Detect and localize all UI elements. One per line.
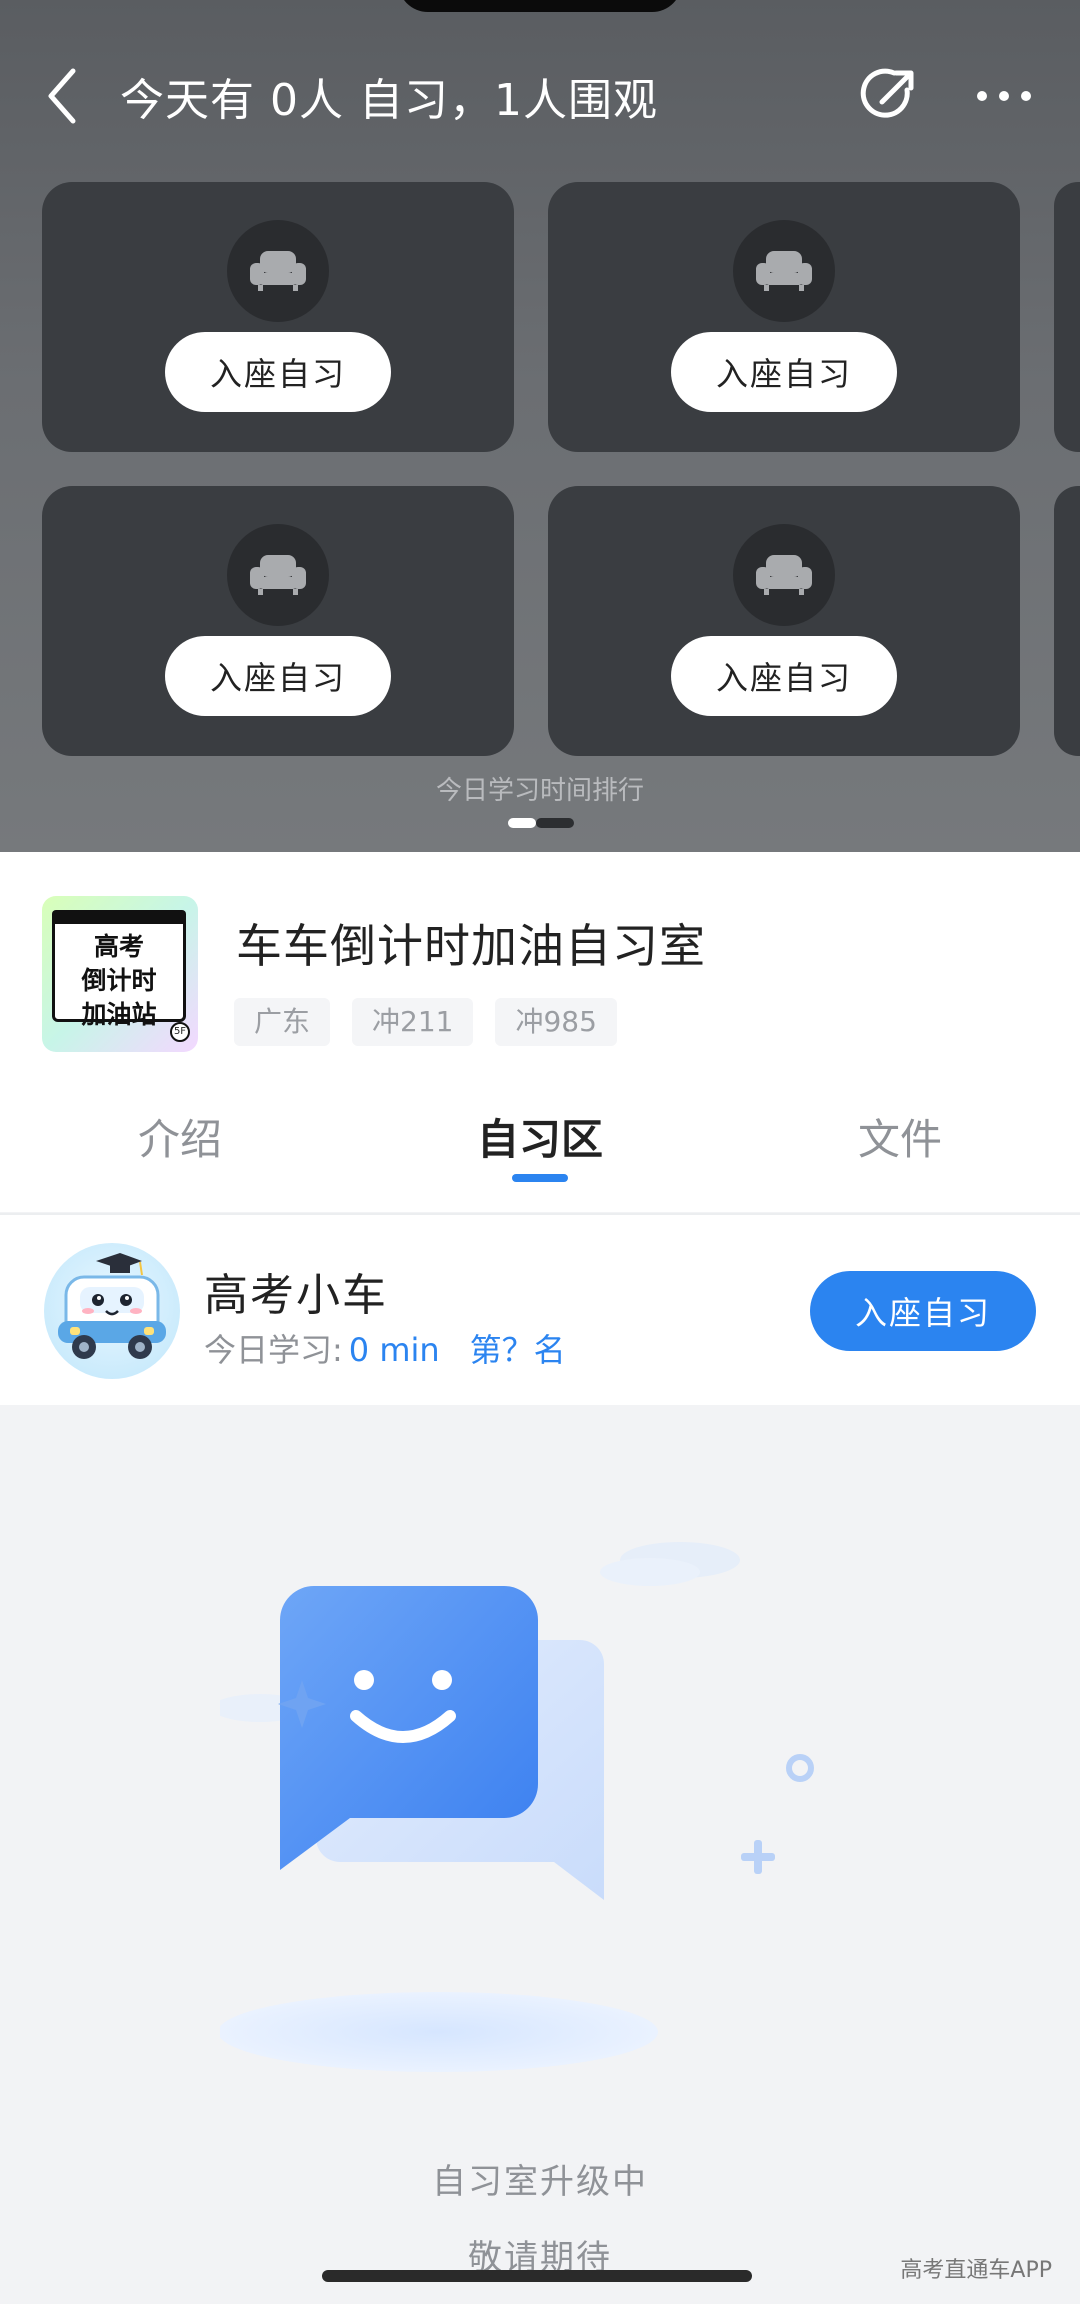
user-avatar[interactable] — [44, 1243, 180, 1379]
room-tag: 广东 — [234, 998, 331, 1046]
app-watermark: 高考直通车APP — [900, 2258, 1052, 2283]
header: 今天有 0人 自习，1人围观 — [0, 50, 1080, 140]
room-tag: 冲211 — [352, 998, 474, 1046]
avatar-badge: 5F — [170, 1022, 190, 1042]
tab-study-area[interactable]: 自习区 — [420, 1106, 660, 1167]
room-tags: 广东 冲211 冲985 — [234, 998, 617, 1046]
chat-bubble-illustration — [220, 1542, 814, 2072]
seat-join-button[interactable]: 入座自习 — [671, 332, 897, 412]
avatar-line: 高考 — [93, 932, 144, 961]
room-avatar: 高考 倒计时 加油站 5F — [42, 896, 198, 1052]
share-icon — [860, 68, 914, 118]
more-button[interactable] — [972, 64, 1036, 128]
seat-card-partial — [1054, 486, 1080, 756]
user-row: 高考小车 今日学习: 0 min 第？名 入座自习 — [0, 1215, 1080, 1405]
sofa-icon-circle — [227, 220, 329, 322]
sofa-icon — [756, 251, 812, 291]
avatar-line: 加油站 — [81, 1000, 157, 1029]
study-stats: 今日学习: 0 min 第？名 — [204, 1325, 566, 1371]
chevron-left-icon — [48, 68, 76, 124]
seat-join-button[interactable]: 入座自习 — [165, 332, 391, 412]
room-avatar-text: 高考 倒计时 加油站 — [54, 930, 184, 1032]
sofa-icon-circle — [733, 220, 835, 322]
join-study-button[interactable]: 入座自习 — [810, 1271, 1036, 1351]
room-tag: 冲985 — [495, 998, 617, 1046]
avatar-line: 倒计时 — [81, 966, 157, 995]
seat-card: 入座自习 — [42, 486, 514, 756]
back-button[interactable] — [36, 66, 88, 126]
tab-indicator — [512, 1174, 568, 1182]
sofa-icon — [250, 251, 306, 291]
study-rank-value: 第？名 — [469, 1331, 566, 1369]
more-dots-icon — [977, 91, 1031, 101]
sofa-icon-circle — [733, 524, 835, 626]
seat-card: 入座自习 — [42, 182, 514, 452]
tab-intro[interactable]: 介绍 — [60, 1106, 300, 1167]
study-time-label: 今日学习: — [204, 1331, 343, 1369]
seat-join-button[interactable]: 入座自习 — [671, 636, 897, 716]
room-info-panel: 高考 倒计时 加油站 5F 车车倒计时加油自习室 广东 冲211 冲985 介绍… — [0, 852, 1080, 1212]
page-title: 今天有 0人 自习，1人围观 — [120, 75, 658, 126]
home-indicator[interactable] — [322, 2270, 752, 2282]
study-rank-label[interactable]: 今日学习时间排行 — [0, 770, 1080, 807]
share-button[interactable] — [858, 62, 922, 126]
page-indicator — [508, 818, 574, 828]
page-dot — [536, 818, 574, 828]
sofa-icon — [250, 555, 306, 595]
seat-card: 入座自习 — [548, 486, 1020, 756]
seat-join-button[interactable]: 入座自习 — [165, 636, 391, 716]
seat-card-partial — [1054, 182, 1080, 452]
tab-bar: 介绍 自习区 文件 — [0, 1084, 1080, 1184]
car-mascot-icon — [58, 1253, 166, 1359]
sofa-icon-circle — [227, 524, 329, 626]
user-name: 高考小车 — [204, 1270, 388, 1321]
avatar-window-bar — [52, 910, 186, 924]
room-name: 车车倒计时加油自习室 — [236, 919, 706, 973]
seat-card: 入座自习 — [548, 182, 1020, 452]
page-dot-active — [508, 818, 536, 828]
seat-area: 今天有 0人 自习，1人围观 入座自习 入座自习 入座自习 入座自习 今日学习时… — [0, 0, 1080, 852]
sofa-icon — [756, 555, 812, 595]
empty-state-title: 自习室升级中 — [432, 2162, 648, 2202]
camera-notch — [398, 0, 682, 12]
tab-files[interactable]: 文件 — [780, 1106, 1020, 1167]
study-time-value: 0 min — [348, 1331, 440, 1369]
